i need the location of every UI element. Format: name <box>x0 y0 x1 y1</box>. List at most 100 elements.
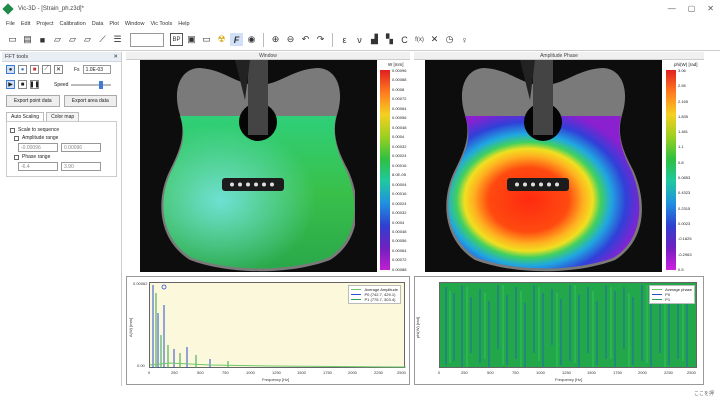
monitor-icon[interactable]: ▭ <box>200 33 213 46</box>
colorbar-tick: 0.00056 <box>392 238 407 244</box>
colorbar-tick: 1.481 <box>678 129 689 135</box>
bp-icon[interactable]: BP <box>170 33 183 46</box>
toolbar-separator <box>332 32 333 47</box>
person-icon[interactable]: ♀ <box>458 33 471 46</box>
speed-slider-knob[interactable] <box>99 80 104 89</box>
point-tool-button[interactable]: ● <box>6 65 15 74</box>
rect-tool-button[interactable]: ■ <box>30 65 39 74</box>
scale-to-sequence-option[interactable]: Scale to sequence <box>10 127 113 133</box>
phase-range-option[interactable]: Phase range <box>14 154 113 160</box>
colorbar-tick: 0.0023 <box>678 220 691 226</box>
zoom-out-icon[interactable]: ⊖ <box>284 33 297 46</box>
nu-icon[interactable]: ν <box>353 33 366 46</box>
function-icon[interactable]: F <box>230 33 243 46</box>
folder-icon[interactable]: ▱ <box>81 33 94 46</box>
fs-input[interactable]: 1.0E-03 <box>82 65 111 74</box>
mode-row: ● ● ■ ⟋ ✕ Fs 1.0E-03 <box>2 62 121 77</box>
colorbar-tick: 0.0853 <box>678 175 691 181</box>
colorbar-tick: 1.1 <box>678 144 684 150</box>
menu-vic-tools[interactable]: Vic Tools <box>150 21 172 27</box>
x-tick: 250 <box>461 370 468 375</box>
folder-icon[interactable]: ▱ <box>51 33 64 46</box>
amplitude-range-checkbox[interactable] <box>14 135 19 141</box>
close-button[interactable]: ✕ <box>707 4 714 13</box>
chart-icon[interactable]: ▚ <box>383 33 396 46</box>
chart-icon[interactable]: ▟ <box>368 33 381 46</box>
phase-max-input[interactable]: 3.90 <box>61 162 101 171</box>
speed-slider[interactable] <box>71 80 112 89</box>
folder-icon[interactable]: ▱ <box>66 33 79 46</box>
amp-min-input[interactable]: -0.00096 <box>18 143 58 152</box>
stop-button[interactable]: ■ <box>18 80 27 89</box>
amplitude-plot[interactable]: A(W) [mm] 0.00062 0.00 0 250 500 750 100… <box>126 276 410 385</box>
magnitude-colorbar-labels: 0.00096 0.00088 0.0008 0.00072 0.00064 0… <box>392 68 406 272</box>
minimize-button[interactable]: — <box>668 4 676 13</box>
colorbar-tick: 0.0004 <box>392 219 405 225</box>
toolbar: ▭ ▤ ■ ▱ ▱ ▱ ⟋ ☰ BP ▣ ▭ ☢ F ◉ ⊕ ⊖ ↶ ↷ ε ν… <box>0 29 720 51</box>
menu-edit[interactable]: Edit <box>21 21 30 27</box>
colorbar-tick: 0.00088 <box>392 266 407 272</box>
menu-data[interactable]: Data <box>92 21 104 27</box>
playback-row: ▶ ■ ❚❚ Speed <box>2 77 121 92</box>
line-tool-button[interactable]: ⟋ <box>42 65 51 74</box>
legend-swatch <box>351 299 362 300</box>
new-icon[interactable]: ▭ <box>6 33 19 46</box>
phase-min-input[interactable]: -6.4 <box>18 162 58 171</box>
image-icon[interactable]: ▣ <box>185 33 198 46</box>
zoom-in-icon[interactable]: ⊕ <box>269 33 282 46</box>
phase-plot-legend: Average phase P0 P1 <box>649 285 695 304</box>
menu-help[interactable]: Help <box>178 21 189 27</box>
y-tick: 0.00062 <box>133 281 148 286</box>
phase-range-checkbox[interactable] <box>14 154 19 160</box>
cross-icon[interactable]: ✕ <box>428 33 441 46</box>
toolbar-field[interactable] <box>130 32 164 47</box>
x-tick: 1250 <box>272 370 281 375</box>
close-icon[interactable]: ✕ <box>113 54 118 60</box>
speed-label: Speed <box>54 81 69 88</box>
title-bar: Vic-3D - [Strain_ph.z3d]* — ▢ ✕ <box>0 0 720 18</box>
pause-button[interactable]: ❚❚ <box>29 80 40 89</box>
amplitude-plot-legend: Average Amplitude P0 (742.7, 429.1) P1 (… <box>348 285 401 304</box>
c-icon[interactable]: C <box>398 33 411 46</box>
menu-window[interactable]: Window <box>125 21 145 27</box>
export-area-button[interactable]: Export area data <box>63 95 117 107</box>
amplitude-range-option[interactable]: Amplitude range <box>14 135 113 141</box>
status-bar: ここを押 <box>0 386 720 401</box>
save-icon[interactable]: ■ <box>36 33 49 46</box>
redo-icon[interactable]: ↷ <box>314 33 327 46</box>
pipette-icon[interactable]: ⟋ <box>96 33 109 46</box>
phase-view[interactable] <box>425 60 662 272</box>
circle-tool-button[interactable]: ● <box>18 65 27 74</box>
tab-auto-scaling[interactable]: Auto Scaling <box>6 112 45 121</box>
magnitude-guitar-image <box>140 60 377 272</box>
eye-icon[interactable]: ◉ <box>245 33 258 46</box>
colorbar-tick: 0.00024 <box>392 200 407 206</box>
menu-calibration[interactable]: Calibration <box>59 21 85 27</box>
y-tick: 0.00 <box>137 363 145 368</box>
scale-to-sequence-checkbox[interactable] <box>10 127 15 133</box>
clock-icon[interactable]: ◷ <box>443 33 456 46</box>
phase-plot[interactable]: phi(W) [rad] 0 250 500 750 1000 1250 150… <box>414 276 704 385</box>
x-tick: 1250 <box>562 370 571 375</box>
menu-project[interactable]: Project <box>36 21 53 27</box>
menu-plot[interactable]: Plot <box>109 21 118 27</box>
play-button[interactable]: ▶ <box>6 80 15 89</box>
clear-tool-button[interactable]: ✕ <box>54 65 63 74</box>
magnitude-colorbar <box>380 70 390 270</box>
biohazard-icon[interactable]: ☢ <box>215 33 228 46</box>
colorbar-tick: 0.00032 <box>392 143 407 149</box>
epsilon-icon[interactable]: ε <box>338 33 351 46</box>
undo-icon[interactable]: ↶ <box>299 33 312 46</box>
open-icon[interactable]: ▤ <box>21 33 34 46</box>
tab-color-map[interactable]: Color map <box>46 112 80 121</box>
fx-icon[interactable]: f(x) <box>413 33 426 46</box>
export-point-button[interactable]: Export point data <box>6 95 60 107</box>
menu-bar: File Edit Project Calibration Data Plot … <box>0 18 720 29</box>
magnitude-view[interactable] <box>140 60 377 272</box>
list-icon[interactable]: ☰ <box>111 33 124 46</box>
colorbar-tick: 0.2315 <box>678 205 691 211</box>
amp-max-input[interactable]: 0.00096 <box>61 143 101 152</box>
menu-file[interactable]: File <box>6 21 15 27</box>
maximize-button[interactable]: ▢ <box>688 4 696 13</box>
x-tick: 2000 <box>348 370 357 375</box>
